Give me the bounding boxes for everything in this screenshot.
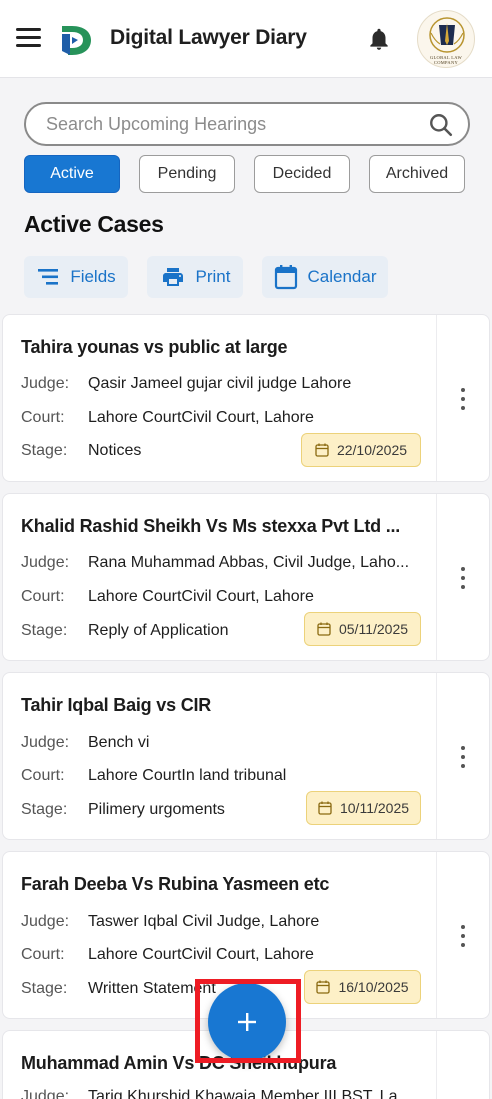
print-label: Print [195,267,231,286]
calendar-small-icon [316,980,331,994]
judge-value: Bench vi [88,734,150,751]
calendar-label: Calendar [307,267,377,286]
judge-row: Judge: Qasir Jameel gujar civil judge Lah… [21,375,418,393]
stage-row: Stage: Pilimery urgoments [21,801,288,819]
fields-button[interactable]: Fields [24,256,128,298]
search-icon[interactable] [428,112,454,138]
judge-row: Judge: Bench vi [21,734,418,752]
case-title: Tahira younas vs public at large [21,337,288,357]
fields-label: Fields [70,267,116,286]
stage-label: Stage: [21,801,68,818]
hearing-date-badge: 22/10/2025 [301,433,421,467]
more-vert-icon[interactable] [455,567,471,589]
avatar-caption: GLOBAL LAW COMPANY [429,55,463,65]
court-row: Court: Lahore CourtCivil Court, Lahore [21,588,418,606]
case-card[interactable]: Tahir Iqbal Baig vs CIR Judge: Bench vi C… [2,672,490,840]
court-label: Court: [21,946,65,963]
judge-value: Qasir Jameel gujar civil judge Lahore [88,375,352,392]
court-row: Court: Lahore CourtIn land tribunal [21,767,418,785]
court-value: Lahore CourtCivil Court, Lahore [88,409,314,426]
avatar[interactable]: GLOBAL LAW COMPANY [417,10,475,68]
case-title: Muhammad Amin Vs DC Sheikhupura [21,1053,337,1073]
court-label: Court: [21,588,65,605]
search-input[interactable] [46,113,416,135]
case-title: Tahir Iqbal Baig vs CIR [21,695,212,715]
hearing-date: 10/11/2025 [339,800,410,816]
court-row: Court: Lahore CourtCivil Court, Lahore [21,946,418,964]
hearing-date: 22/10/2025 [336,442,408,458]
hearing-date-badge: 16/10/2025 [304,970,421,1004]
court-row: Court: Lahore CourtCivil Court, Lahore [21,409,418,427]
menu-icon[interactable] [16,28,41,48]
plus-icon [238,1013,256,1031]
hearing-date: 16/10/2025 [338,979,409,995]
more-vert-icon[interactable] [455,388,471,410]
calendar-small-icon [315,443,329,457]
search-bar[interactable] [24,102,470,146]
judge-label: Judge: [21,1088,70,1099]
calendar-button[interactable]: Calendar [262,256,388,298]
hearing-date-badge: 10/11/2025 [306,791,421,825]
page-title: Active Cases [24,211,164,237]
judge-value: Taswer Iqbal Civil Judge, Lahore [88,913,320,930]
app-title: Digital Lawyer Diary [110,26,307,49]
hearing-date-badge: 05/11/2025 [304,612,421,646]
stage-label: Stage: [21,980,68,997]
app-logo [62,26,91,55]
tab-active[interactable]: Active [24,155,120,193]
app-bar: Digital Lawyer Diary GLOBAL LAW COMPANY [0,0,492,78]
case-card[interactable]: Tahira younas vs public at large Judge: Q… [2,314,490,482]
case-title: Khalid Rashid Sheikh Vs Ms stexxa Pvt Lt… [21,516,401,536]
stage-label: Stage: [21,442,68,459]
stage-label: Stage: [21,622,68,639]
court-label: Court: [21,409,65,426]
print-button[interactable]: Print [147,256,243,298]
hearing-date: 05/11/2025 [338,621,409,637]
stage-value: Reply of Application [88,622,229,639]
judge-label: Judge: [21,375,70,392]
add-case-button[interactable] [208,983,286,1061]
court-value: Lahore CourtCivil Court, Lahore [88,946,314,963]
judge-value: Rana Muhammad Abbas, Civil Judge, Laho..… [88,554,410,571]
calendar-small-icon [318,801,332,815]
judge-label: Judge: [21,734,70,751]
judge-label: Judge: [21,554,70,571]
more-vert-icon[interactable] [455,925,471,947]
printer-icon [162,268,183,286]
calendar-small-icon [317,622,331,636]
tab-archived[interactable]: Archived [369,155,465,193]
court-value: Lahore CourtIn land tribunal [88,767,287,784]
case-card[interactable]: Khalid Rashid Sheikh Vs Ms stexxa Pvt Lt… [2,493,490,661]
more-vert-icon[interactable] [455,746,471,768]
stage-row: Stage: Reply of Application [21,622,288,640]
judge-label: Judge: [21,913,70,930]
court-value: Lahore CourtCivil Court, Lahore [88,588,314,605]
stage-row: Stage: Notices [21,442,288,460]
calendar-icon [274,265,297,290]
judge-row: Judge: Tariq Khurshid Khawaja Member III … [21,1088,418,1099]
judge-row: Judge: Rana Muhammad Abbas, Civil Judge, … [21,554,418,572]
case-title: Farah Deeba Vs Rubina Yasmeen etc [21,874,330,894]
stage-value: Pilimery urgoments [88,801,225,818]
court-label: Court: [21,767,65,784]
stage-value: Notices [88,442,142,459]
filter-list-icon [38,269,59,285]
tab-decided[interactable]: Decided [254,155,350,193]
judge-row: Judge: Taswer Iqbal Civil Judge, Lahore [21,913,418,931]
bell-icon[interactable] [366,26,392,52]
judge-value: Tariq Khurshid Khawaja Member III BST, L… [88,1088,411,1099]
tab-pending[interactable]: Pending [139,155,235,193]
